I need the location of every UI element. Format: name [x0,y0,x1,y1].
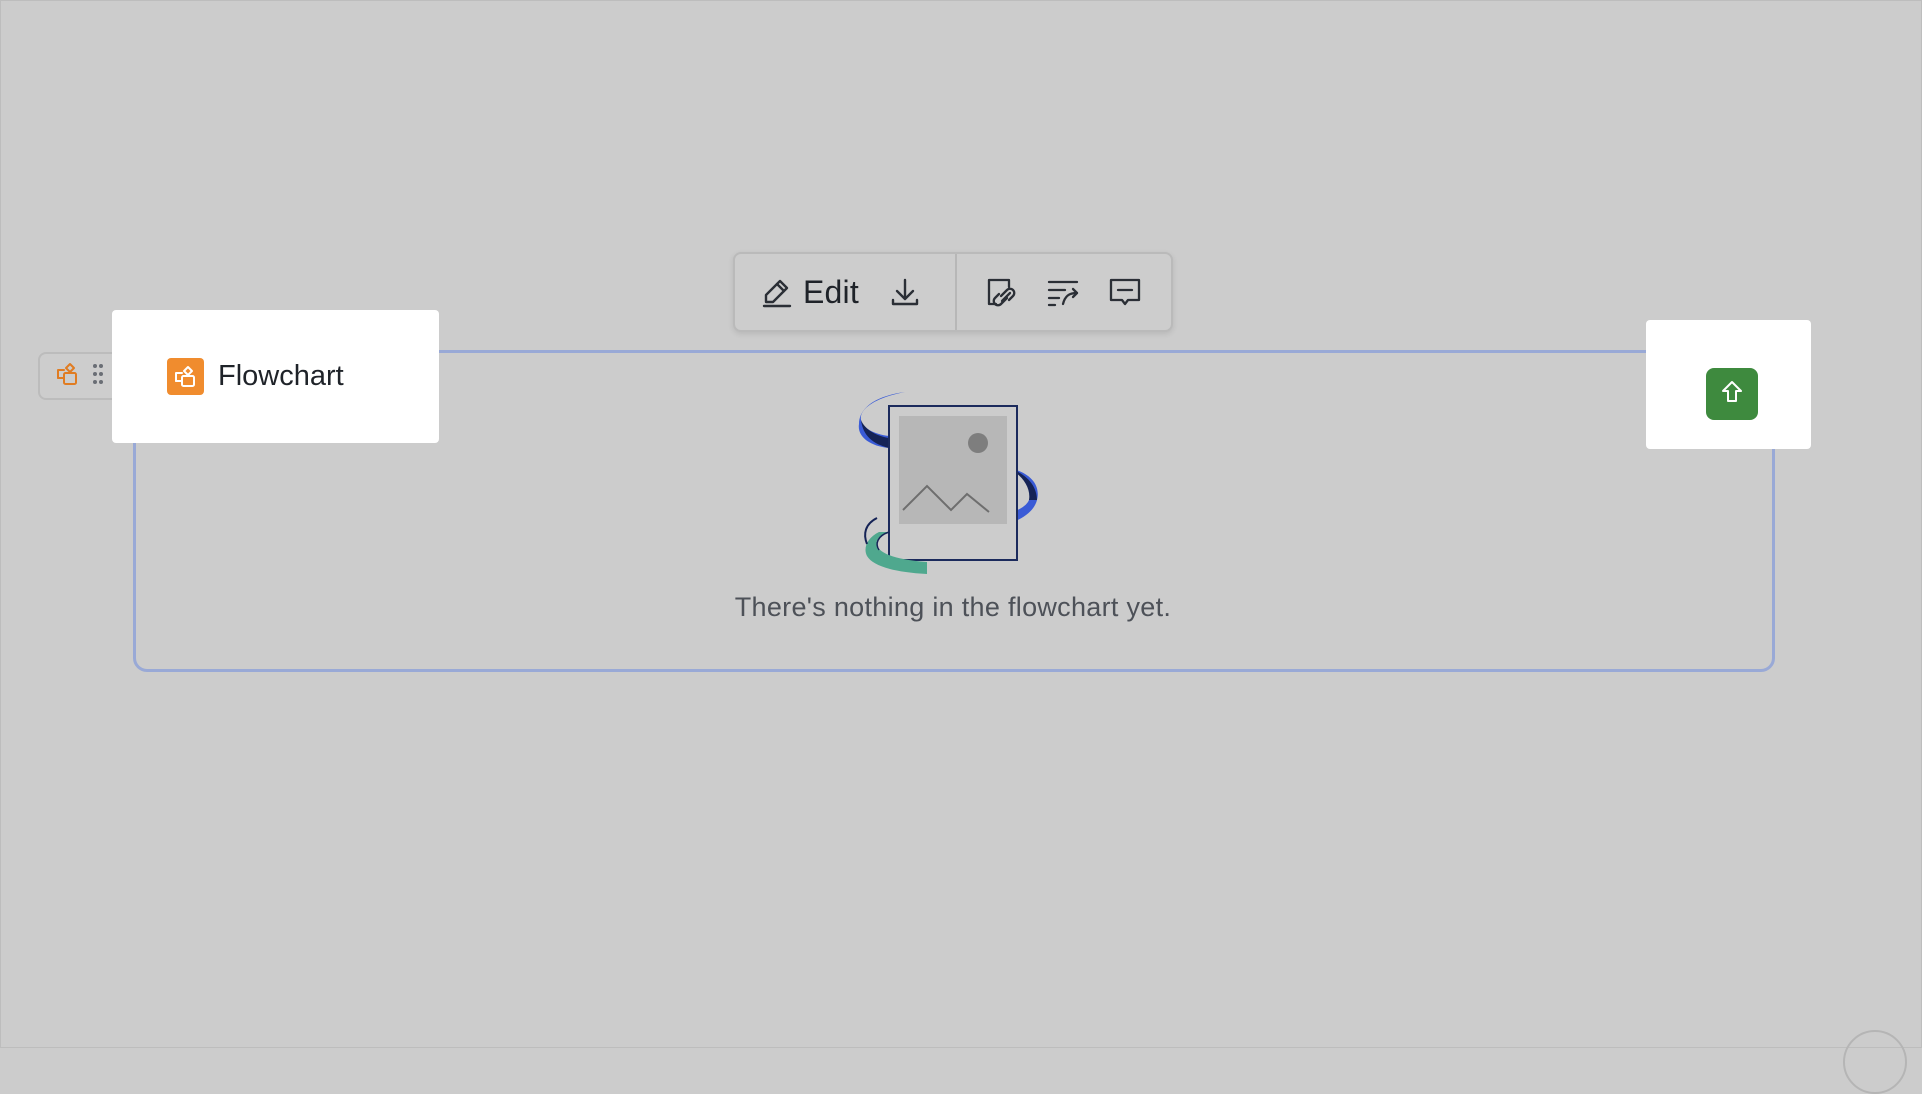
action-card [1646,320,1811,449]
edit-button[interactable]: Edit [761,274,859,311]
flowchart-title: Flowchart [218,360,344,392]
block-toolbar: Edit [733,252,1173,332]
empty-state-illustration [855,388,1051,574]
download-button[interactable] [889,276,921,308]
toolbar-primary-group: Edit [735,254,955,330]
corner-help-button[interactable] [1843,1030,1907,1094]
download-icon [889,276,921,308]
upload-button[interactable] [1706,368,1758,420]
edit-label: Edit [803,273,859,310]
flowchart-type-icon [54,360,82,393]
edit-icon [761,276,793,308]
copy-link-icon [983,274,1019,310]
comment-icon [1107,274,1143,310]
flowchart-title-card: Flowchart [112,310,439,443]
flowchart-icon [167,358,204,395]
arrow-up-icon [1719,379,1745,410]
drag-handle-icon[interactable] [92,362,104,391]
comment-button[interactable] [1107,274,1143,310]
empty-state-message: There's nothing in the flowchart yet. [734,592,1172,622]
block-handle[interactable] [38,352,120,400]
text-wrap-icon [1045,274,1081,310]
text-wrap-button[interactable] [1045,274,1081,310]
copy-link-button[interactable] [983,274,1019,310]
toolbar-secondary-group [957,254,1143,330]
